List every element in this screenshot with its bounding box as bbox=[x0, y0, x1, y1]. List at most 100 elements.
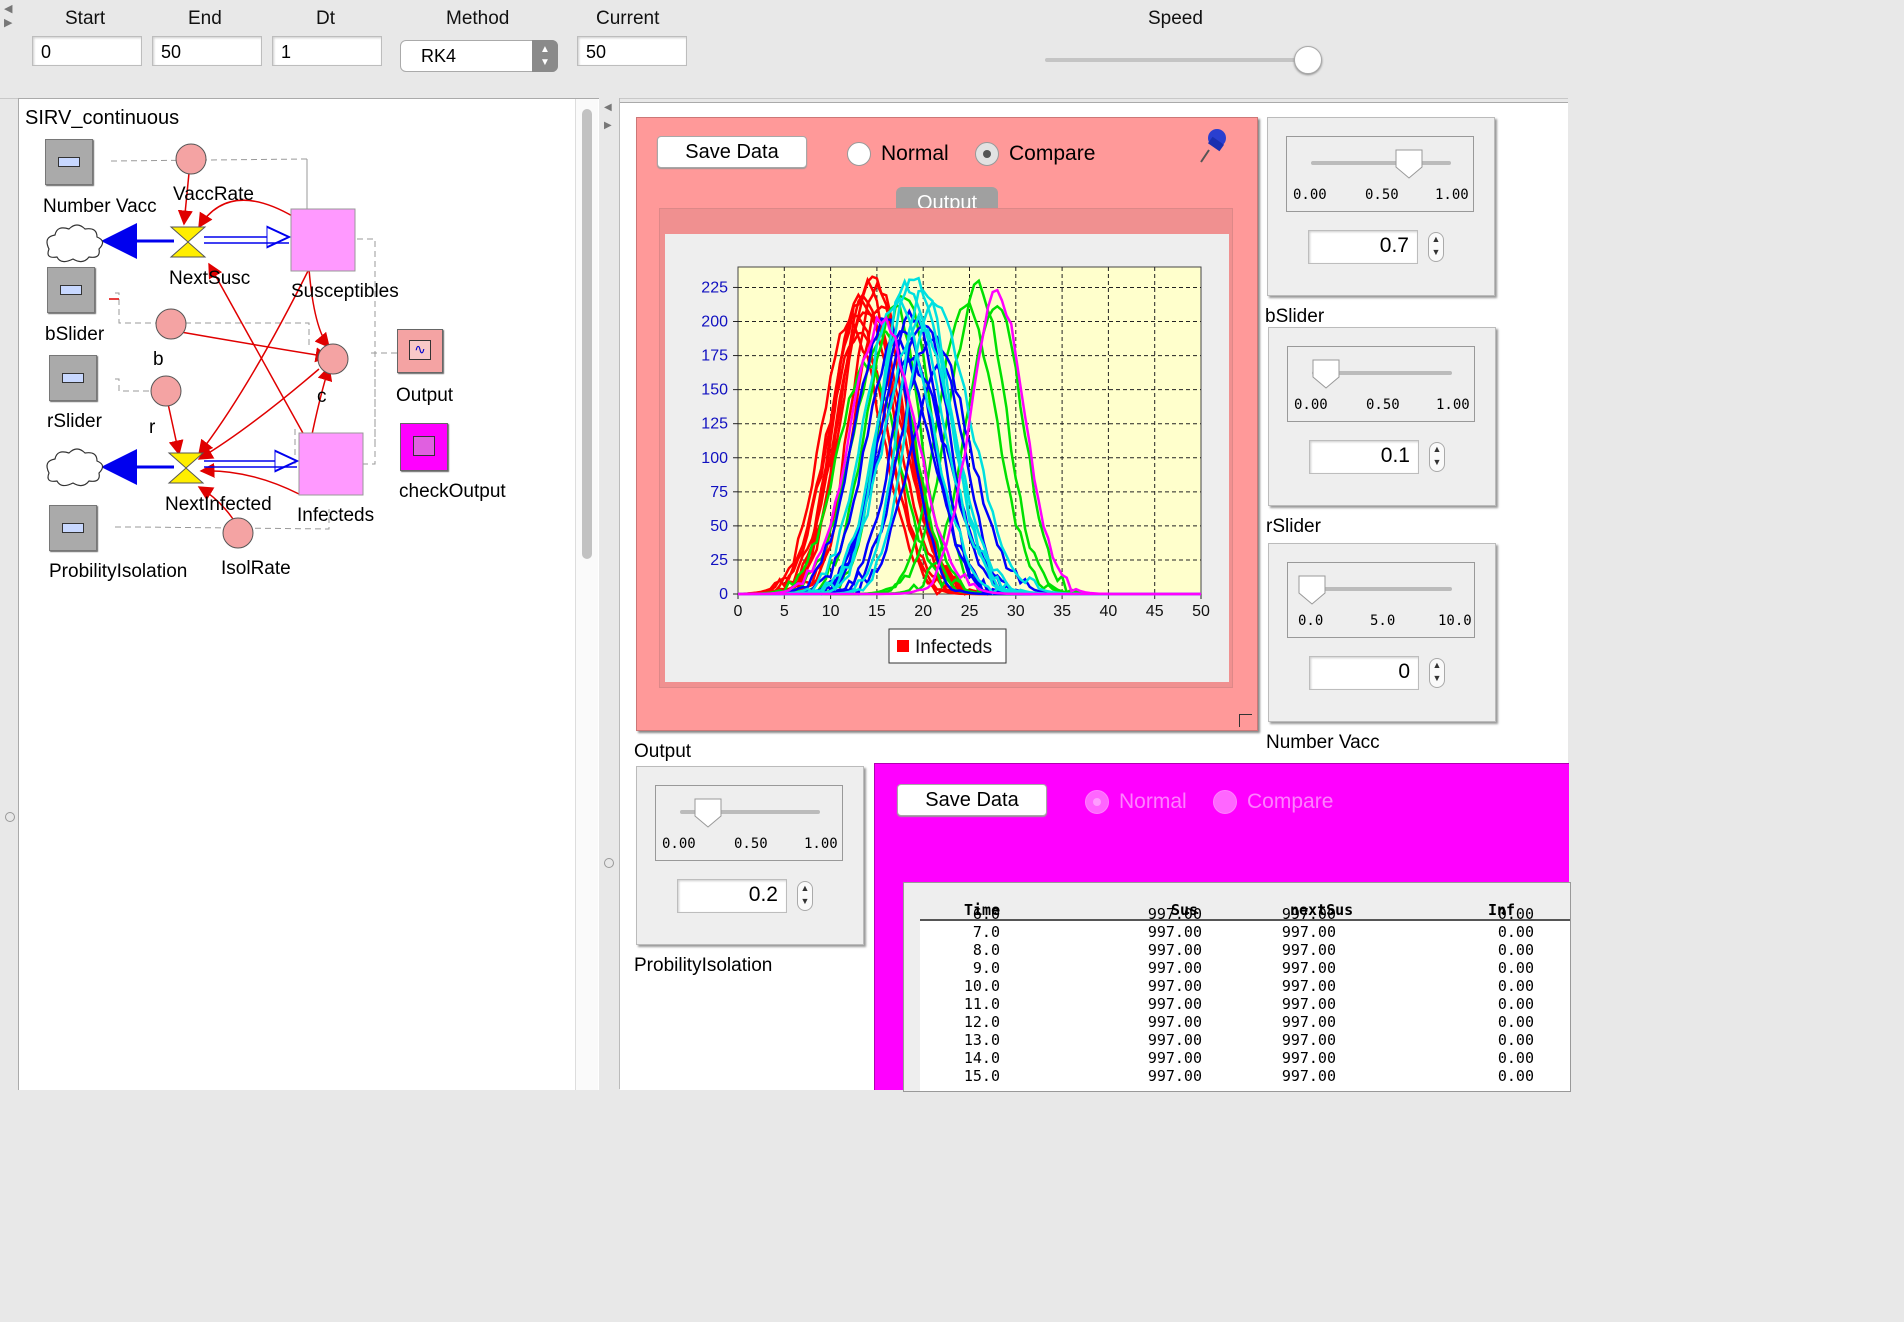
cell-time: 11.0 bbox=[963, 995, 1000, 1013]
cell-next-sus: 997.00 bbox=[1281, 1049, 1336, 1067]
current-input[interactable]: 50 bbox=[577, 36, 687, 66]
cell-inf: 0.00 bbox=[1497, 959, 1534, 977]
dt-label: Dt bbox=[316, 8, 335, 29]
rslider-tick-2: 1.00 bbox=[1436, 397, 1470, 413]
x-tick-label: 30 bbox=[1007, 603, 1025, 620]
number-vacc-frame: 0.0 5.0 10.0 bbox=[1287, 562, 1475, 638]
x-tick-label: 0 bbox=[734, 603, 743, 620]
dt-input[interactable]: 1 bbox=[272, 36, 382, 66]
cell-time: 13.0 bbox=[963, 1031, 1000, 1049]
splitter-left-icon[interactable]: ◀ bbox=[604, 102, 612, 113]
label-probility-isolation: ProbilityIsolation bbox=[49, 561, 188, 582]
splitter-grip-icon[interactable] bbox=[604, 858, 614, 868]
cell-next-sus: 997.00 bbox=[1281, 1013, 1336, 1031]
model-scrollbar-thumb[interactable] bbox=[582, 109, 592, 559]
probility-isolation-tick-2: 1.00 bbox=[804, 836, 838, 852]
cell-inf: 0.00 bbox=[1497, 941, 1534, 959]
speed-slider-thumb[interactable] bbox=[1293, 46, 1322, 74]
number-vacc-tick-1: 5.0 bbox=[1370, 613, 1396, 629]
x-tick-label: 5 bbox=[780, 603, 789, 620]
x-tick-label: 10 bbox=[822, 603, 840, 620]
label-check-output: checkOutput bbox=[399, 481, 506, 502]
label-next-infected: NextInfected bbox=[165, 494, 272, 515]
cell-next-sus: 997.00 bbox=[1281, 977, 1336, 995]
output-normal-label: Normal bbox=[881, 142, 949, 165]
cell-inf: 0.00 bbox=[1497, 1049, 1534, 1067]
output-plot-widget-icon[interactable]: ∿ bbox=[397, 329, 443, 373]
end-label: End bbox=[188, 8, 222, 29]
model-scrollbar[interactable] bbox=[575, 99, 598, 1090]
x-tick-label: 45 bbox=[1146, 603, 1164, 620]
select-arrows-icon: ▲ ▼ bbox=[532, 40, 558, 72]
bslider-value-field[interactable]: 0.7 bbox=[1308, 230, 1418, 264]
rslider-thumb[interactable] bbox=[1312, 359, 1340, 389]
y-tick-label: 50 bbox=[710, 518, 728, 535]
cell-sus: 997.00 bbox=[1147, 995, 1202, 1013]
y-tick-label: 125 bbox=[701, 416, 728, 433]
resize-corner-icon[interactable] bbox=[1239, 714, 1252, 727]
output-compare-radio[interactable] bbox=[975, 142, 999, 166]
number-vacc-track[interactable] bbox=[1312, 587, 1452, 591]
susceptibles-stock[interactable] bbox=[290, 208, 356, 272]
method-value: RK4 bbox=[421, 46, 457, 66]
probility-isolation-slider-widget-icon[interactable] bbox=[49, 505, 97, 551]
method-select[interactable]: RK4 ▲ ▼ bbox=[400, 40, 558, 72]
splitter[interactable]: ◀ ▶ bbox=[599, 98, 620, 1089]
x-tick-label: 20 bbox=[914, 603, 932, 620]
model-diagram bbox=[46, 143, 397, 549]
next-infected-valve-icon[interactable] bbox=[167, 452, 205, 484]
bslider-thumb[interactable] bbox=[1395, 149, 1423, 179]
next-susc-valve-icon[interactable] bbox=[169, 226, 207, 258]
bslider-stepper[interactable]: ▲ ▼ bbox=[1428, 232, 1444, 262]
bslider-tick-1: 0.50 bbox=[1365, 187, 1399, 203]
table-row: 13.0 997.00 997.00 0.00 bbox=[920, 1031, 1570, 1049]
rslider-widget-icon[interactable] bbox=[49, 355, 97, 401]
rslider-stepper[interactable]: ▲ ▼ bbox=[1429, 442, 1445, 472]
cell-sus: 997.00 bbox=[1147, 959, 1202, 977]
collapse-right-icon[interactable]: ▶ bbox=[4, 16, 12, 29]
table-row: 15.0 997.00 997.00 0.00 bbox=[920, 1067, 1570, 1085]
cell-time: 8.0 bbox=[972, 941, 1000, 959]
infecteds-stock[interactable] bbox=[298, 432, 364, 496]
cell-time: 9.0 bbox=[972, 959, 1000, 977]
left-edge-grip-icon[interactable] bbox=[5, 812, 15, 822]
end-input[interactable]: 50 bbox=[152, 36, 262, 66]
pin-icon[interactable] bbox=[1195, 126, 1231, 168]
probility-isolation-thumb[interactable] bbox=[694, 798, 722, 828]
bslider-widget-icon[interactable] bbox=[47, 267, 95, 313]
speed-slider-track[interactable] bbox=[1045, 58, 1315, 62]
check-normal-radio bbox=[1085, 790, 1109, 814]
rslider-frame: 0.00 0.50 1.00 bbox=[1287, 346, 1475, 422]
source-cloud-icon bbox=[46, 224, 104, 263]
collapse-left-icon[interactable]: ◀ bbox=[4, 2, 12, 15]
number-vacc-slider-widget-icon[interactable] bbox=[45, 139, 93, 185]
output-normal-radio[interactable] bbox=[847, 142, 871, 166]
check-save-data-button[interactable]: Save Data bbox=[897, 784, 1047, 816]
y-tick-label: 0 bbox=[719, 586, 728, 603]
current-label: Current bbox=[596, 8, 660, 29]
probility-isolation-stepper[interactable]: ▲ ▼ bbox=[797, 881, 813, 911]
number-vacc-value-field[interactable]: 0 bbox=[1309, 656, 1419, 690]
cell-sus: 997.00 bbox=[1147, 1067, 1202, 1085]
label-b: b bbox=[153, 349, 164, 370]
number-vacc-stepper[interactable]: ▲ ▼ bbox=[1429, 658, 1445, 688]
table-row: 7.0 997.00 997.00 0.00 bbox=[920, 923, 1570, 941]
bslider-track[interactable] bbox=[1311, 161, 1451, 165]
start-label: Start bbox=[65, 8, 106, 29]
number-vacc-thumb[interactable] bbox=[1298, 575, 1326, 605]
table-row: 10.0 997.00 997.00 0.00 bbox=[920, 977, 1570, 995]
data-table: Time Sus nextSus Inf 6.0 997.00 997.00 0.00… bbox=[920, 899, 1570, 1091]
sink-cloud-icon bbox=[46, 448, 104, 487]
start-input[interactable]: 0 bbox=[32, 36, 142, 66]
splitter-right-icon[interactable]: ▶ bbox=[604, 120, 612, 131]
check-output-table-widget-icon[interactable] bbox=[400, 423, 448, 471]
cell-time: 14.0 bbox=[963, 1049, 1000, 1067]
output-save-data-button[interactable]: Save Data bbox=[657, 136, 807, 168]
bslider-caption: bSlider bbox=[1265, 306, 1325, 327]
probility-isolation-value-field[interactable]: 0.2 bbox=[677, 879, 787, 913]
check-output-panel: Save Data Normal Compare Time Sus nextSu… bbox=[874, 763, 1571, 1092]
y-tick-label: 25 bbox=[710, 552, 728, 569]
table-row: 6.0 997.00 997.00 0.00 bbox=[920, 905, 1570, 923]
rslider-value-field[interactable]: 0.1 bbox=[1309, 440, 1419, 474]
cell-sus: 997.00 bbox=[1147, 1031, 1202, 1049]
